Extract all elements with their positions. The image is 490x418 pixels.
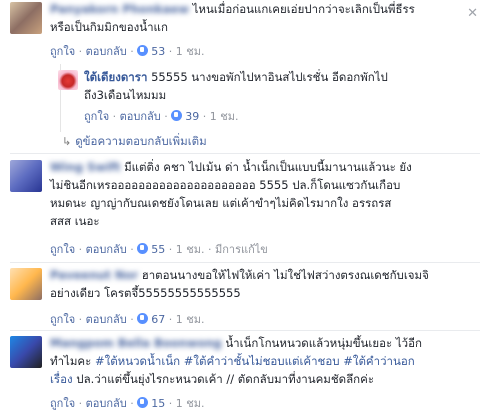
comment-text: ปล.ว่าแต่ขึ้นยุ่งไรกะหนวดเค้า // ตัดกลับ… (72, 372, 375, 386)
commenter-name[interactable]: Mangpom Bella Boonwong (50, 336, 222, 350)
like-thumb-icon (171, 110, 183, 121)
divider (10, 153, 480, 154)
edited-label[interactable]: มีการแก้ไข (215, 243, 268, 256)
comment-text: 55555 นางขอพักไปหาอินสไปเรชั่น อีดอกพักไ… (151, 70, 388, 84)
reply-button[interactable]: ตอบกลับ (86, 243, 127, 256)
avatar[interactable] (10, 160, 42, 192)
like-count[interactable]: 39 (185, 110, 199, 123)
timestamp[interactable]: 1 ชม. (176, 243, 205, 256)
comment-text: ไหนเมื่อก่อนแกเคยเอ่ยปากว่าจะเลิกเป็นพี่… (192, 2, 415, 16)
like-count[interactable]: 15 (151, 397, 165, 410)
comment-actions: ถูกใจ · ตอบกลับ · 67 · 1 ชม. (50, 313, 205, 326)
comment-text: ทำไมคะ (50, 354, 95, 368)
commenter-name[interactable]: Paveenut Nor (50, 268, 138, 282)
comment-body: Mangpom Bella Boonwong น้ำเน็กโกนหนวดแล้… (50, 334, 480, 388)
close-icon[interactable]: ✕ (467, 6, 478, 21)
divider (10, 330, 480, 331)
comment-text: ฮาตอนนางขอให้ไฟให้เค่า ไม่ใช่ไฟสว่างตรงณ… (141, 268, 429, 282)
timestamp[interactable]: 1 ชม. (210, 110, 239, 123)
comment-body: Panyakorn Phonkaew ไหนเมื่อก่อนแกเคยเอ่ย… (50, 0, 470, 36)
comment-actions: ถูกใจ · ตอบกลับ · 15 · 1 ชม. (50, 397, 205, 410)
avatar[interactable] (58, 70, 78, 90)
comment-text: อย่างเดียว โครตจึ้55555555555555 (50, 286, 241, 300)
avatar[interactable] (10, 268, 42, 300)
comment-actions: ถูกใจ · ตอบกลับ · 39 · 1 ชม. (84, 110, 239, 123)
reply-body: ใต้เดียงดารา 55555 นางขอพักไปหาอินสไปเรช… (84, 68, 464, 104)
reply-button[interactable]: ตอบกลับ (120, 110, 161, 123)
comment-text: ไม่ชินอีกเหรอออออออออออออออออออออ 5555 ป… (50, 178, 401, 192)
reply-button[interactable]: ตอบกลับ (86, 45, 127, 58)
more-replies-link[interactable]: ↳ ดูข้อความตอบกลับเพิ่มเติม (62, 133, 207, 151)
comment-text: สสส เนอะ (50, 214, 100, 228)
commenter-name[interactable]: ใต้เดียงดารา (84, 70, 147, 84)
comment-text: หรือเป็นกิมมิกของน้ำแก (50, 20, 168, 34)
avatar[interactable] (10, 336, 42, 368)
like-button[interactable]: ถูกใจ (84, 110, 109, 123)
like-thumb-icon (137, 397, 149, 408)
timestamp[interactable]: 1 ชม. (176, 45, 205, 58)
like-thumb-icon (137, 243, 149, 254)
comment-body: Wing Swift มีแต่ติ่ง คชา ไปเม้น ด่า น้ำเ… (50, 158, 480, 230)
like-thumb-icon (137, 313, 149, 324)
comment-text: น้ำเน็กโกนหนวดแล้วหนุ่มขึ้นเยอะ ไว้อีก (225, 336, 422, 350)
more-replies-label[interactable]: ดูข้อความตอบกลับเพิ่มเติม (75, 134, 206, 148)
hashtag[interactable]: #ใต้หนวดน้ำเน็ก #ใต้คำว่าชั้นไม่ชอบแต่เค… (95, 354, 415, 368)
reply-arrow-icon: ↳ (62, 135, 72, 148)
timestamp[interactable]: 1 ชม. (176, 397, 205, 410)
reply-button[interactable]: ตอบกลับ (86, 313, 127, 326)
timestamp[interactable]: 1 ชม. (176, 313, 205, 326)
commenter-name[interactable]: Wing Swift (50, 160, 120, 174)
comment-actions: ถูกใจ · ตอบกลับ · 53 · 1 ชม. (50, 45, 205, 58)
like-button[interactable]: ถูกใจ (50, 45, 75, 58)
comment-text: หมดนะ ญาญ่ากับณเดชยังโดนเลย แต่เค้าขำๆไม… (50, 196, 392, 210)
like-count[interactable]: 67 (151, 313, 165, 326)
like-button[interactable]: ถูกใจ (50, 243, 75, 256)
avatar[interactable] (10, 2, 42, 34)
comment-text: มีแต่ติ่ง คชา ไปเม้น ด่า น้ำเน็กเป็นแบบน… (124, 160, 412, 174)
like-button[interactable]: ถูกใจ (50, 313, 75, 326)
divider (10, 262, 480, 263)
like-button[interactable]: ถูกใจ (50, 397, 75, 410)
hashtag[interactable]: เรื่อง (50, 372, 73, 386)
comment-body: Paveenut Nor ฮาตอนนางขอให้ไฟให้เค่า ไม่ใ… (50, 266, 480, 302)
reply-button[interactable]: ตอบกลับ (86, 397, 127, 410)
like-thumb-icon (137, 45, 149, 56)
comment-actions: ถูกใจ · ตอบกลับ · 55 · 1 ชม. · มีการแก้ไ… (50, 243, 268, 256)
comment-text: ถึง3เดือนไหมมม (84, 88, 167, 102)
like-count[interactable]: 55 (151, 243, 165, 256)
like-count[interactable]: 53 (151, 45, 165, 58)
commenter-name[interactable]: Panyakorn Phonkaew (50, 2, 189, 16)
